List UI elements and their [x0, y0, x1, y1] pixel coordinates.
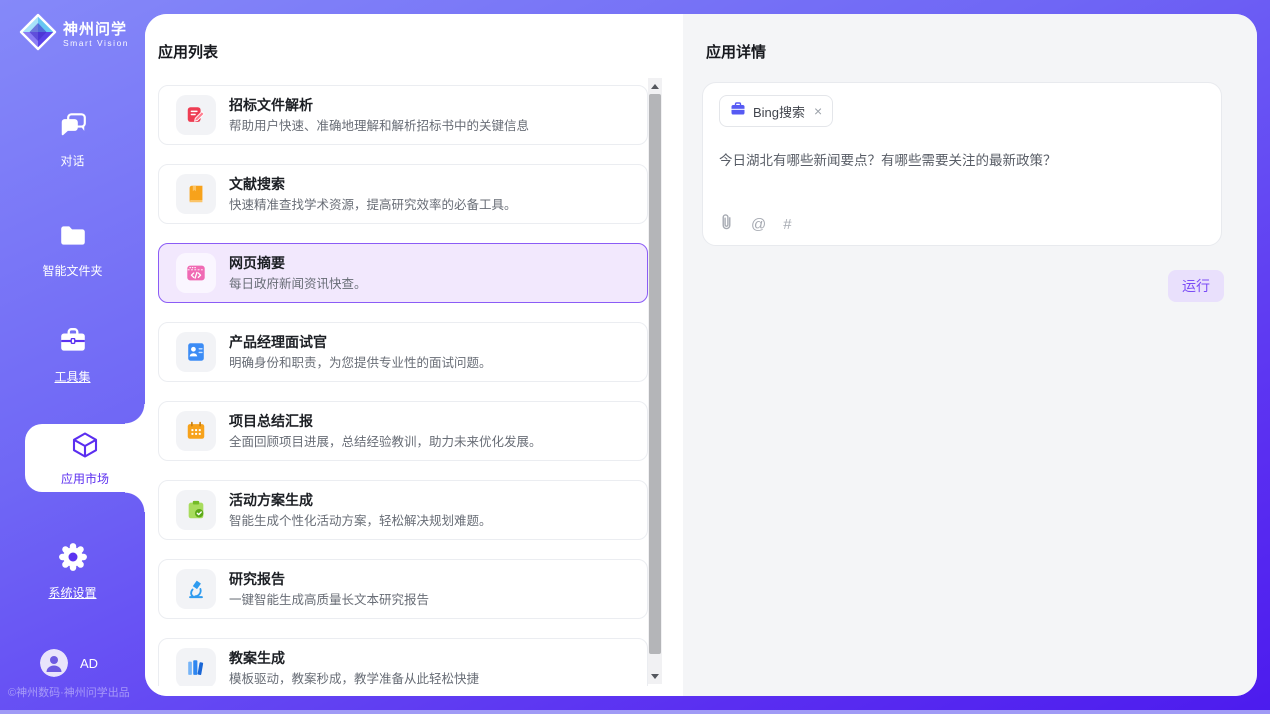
sidebar-item-toolset[interactable]: 工具集 [0, 326, 145, 385]
app-card-literature-search[interactable]: 文献搜索 快速精准查找学术资源，提高研究效率的必备工具。 [158, 164, 648, 224]
app-card-description: 每日政府新闻资讯快查。 [229, 276, 367, 292]
app-card-event-plan[interactable]: 活动方案生成 智能生成个性化活动方案，轻松解决规划难题。 [158, 480, 648, 540]
calendar-report-icon [176, 411, 216, 451]
active-tab-curve-top [125, 404, 145, 424]
app-card-research-report[interactable]: 研究报告 一键智能生成高质量长文本研究报告 [158, 559, 648, 619]
app-card-title: 网页摘要 [229, 255, 367, 272]
book-icon [176, 174, 216, 214]
app-card-description: 智能生成个性化活动方案，轻松解决规划难题。 [229, 513, 492, 529]
app-card-title: 招标文件解析 [229, 97, 529, 114]
paperclip-icon[interactable] [719, 213, 734, 236]
sidebar-item-label: 应用市场 [61, 470, 109, 487]
tool-chip-label: Bing搜索 [753, 102, 805, 121]
app-card-description: 全面回顾项目进展，总结经验教训，助力未来优化发展。 [229, 434, 542, 450]
sidebar-item-app-market-active[interactable]: 应用市场 [25, 424, 145, 492]
app-card-title: 产品经理面试官 [229, 334, 492, 351]
interviewer-icon [176, 332, 216, 372]
app-card-title: 文献搜索 [229, 176, 517, 193]
app-card-title: 项目总结汇报 [229, 413, 542, 430]
app-card-description: 模板驱动，教案秒成，教学准备从此轻松快捷 [229, 671, 479, 687]
active-tab-curve-bottom [125, 492, 145, 512]
books-icon [176, 648, 216, 686]
sidebar-item-label: 智能文件夹 [42, 262, 102, 279]
app-detail-panel: 应用详情 Bing搜索 × 今日湖北有哪些新闻要点？有哪些需要关注的最新政策？ [683, 14, 1257, 696]
main-container: 应用列表 招标文件解析 帮助用户快速、准确地理解和解析招标书中的关键信息 [145, 14, 1257, 696]
user-initials: AD [80, 656, 98, 671]
app-list-scrollbar[interactable] [648, 78, 662, 684]
brand-diamond-icon [19, 13, 57, 56]
input-toolbar: @ # [719, 213, 792, 236]
clipboard-check-icon [176, 490, 216, 530]
app-list-panel: 应用列表 招标文件解析 帮助用户快速、准确地理解和解析招标书中的关键信息 [145, 14, 683, 696]
app-card-description: 快速精准查找学术资源，提高研究效率的必备工具。 [229, 197, 517, 213]
chat-icon [58, 110, 88, 145]
toolbox-icon [58, 326, 88, 361]
hash-icon[interactable]: # [783, 216, 791, 233]
webpage-code-icon [176, 253, 216, 293]
mention-icon[interactable]: @ [751, 216, 766, 233]
sidebar: 神州问学 Smart Vision 对话 智能文件夹 [0, 0, 145, 714]
copyright-footer: ©神州数码·神州问学出品 [8, 684, 142, 700]
briefcase-icon [730, 101, 746, 122]
scrollbar-thumb[interactable] [649, 94, 661, 654]
sidebar-item-chat[interactable]: 对话 [0, 110, 145, 169]
document-edit-icon [176, 95, 216, 135]
folder-icon [58, 220, 88, 255]
cube-icon [70, 430, 100, 465]
app-list-title: 应用列表 [158, 41, 218, 62]
chip-close-icon[interactable]: × [814, 104, 822, 118]
brand-name: 神州问学 [63, 21, 129, 38]
sidebar-item-settings[interactable]: 系统设置 [0, 542, 145, 601]
app-detail-title: 应用详情 [706, 41, 766, 62]
app-card-bid-parse[interactable]: 招标文件解析 帮助用户快速、准确地理解和解析招标书中的关键信息 [158, 85, 648, 145]
app-card-description: 明确身份和职责，为您提供专业性的面试问题。 [229, 355, 492, 371]
gear-icon [58, 542, 88, 577]
run-button[interactable]: 运行 [1168, 270, 1224, 302]
query-input-card: Bing搜索 × 今日湖北有哪些新闻要点？有哪些需要关注的最新政策？ @ # [702, 82, 1222, 246]
app-card-project-summary[interactable]: 项目总结汇报 全面回顾项目进展，总结经验教训，助力未来优化发展。 [158, 401, 648, 461]
microscope-icon [176, 569, 216, 609]
sidebar-item-label: 工具集 [54, 368, 90, 385]
brand-logo: 神州问学 Smart Vision [19, 13, 129, 56]
app-card-title: 研究报告 [229, 571, 429, 588]
app-card-description: 帮助用户快速、准确地理解和解析招标书中的关键信息 [229, 118, 529, 134]
scroll-down-arrow-icon[interactable] [648, 670, 662, 682]
tool-chip-bing-search[interactable]: Bing搜索 × [719, 95, 833, 127]
app-card-pm-interviewer[interactable]: 产品经理面试官 明确身份和职责，为您提供专业性的面试问题。 [158, 322, 648, 382]
app-card-description: 一键智能生成高质量长文本研究报告 [229, 592, 429, 608]
app-card-title: 活动方案生成 [229, 492, 492, 509]
bottom-edge-strip [0, 710, 1270, 714]
app-card-web-summary-selected[interactable]: 网页摘要 每日政府新闻资讯快查。 [158, 243, 648, 303]
user-account[interactable]: AD [40, 649, 98, 677]
app-card-lesson-plan[interactable]: 教案生成 模板驱动，教案秒成，教学准备从此轻松快捷 [158, 638, 648, 686]
brand-subtitle: Smart Vision [63, 38, 129, 48]
sidebar-item-smart-folder[interactable]: 智能文件夹 [0, 220, 145, 279]
app-card-title: 教案生成 [229, 650, 479, 667]
avatar [40, 649, 68, 677]
sidebar-item-label: 对话 [60, 152, 84, 169]
scroll-up-arrow-icon[interactable] [648, 80, 662, 92]
app-list-scroll-area: 招标文件解析 帮助用户快速、准确地理解和解析招标书中的关键信息 文献搜索 快速精… [158, 85, 648, 686]
query-text-input[interactable]: 今日湖北有哪些新闻要点？有哪些需要关注的最新政策？ [719, 149, 1199, 169]
sidebar-item-label: 系统设置 [48, 584, 96, 601]
